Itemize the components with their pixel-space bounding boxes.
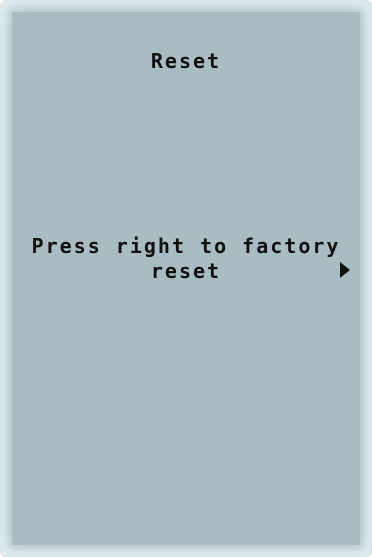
device-frame: Reset Press right to factory reset [0,0,372,557]
right-arrow-icon[interactable] [340,262,350,278]
lcd-screen: Reset Press right to factory reset [12,12,360,545]
message-line-2: reset [150,259,222,283]
factory-reset-message: Press right to factory reset [12,234,360,284]
page-title: Reset [150,49,222,73]
message-line-1: Press right to factory [31,234,341,258]
